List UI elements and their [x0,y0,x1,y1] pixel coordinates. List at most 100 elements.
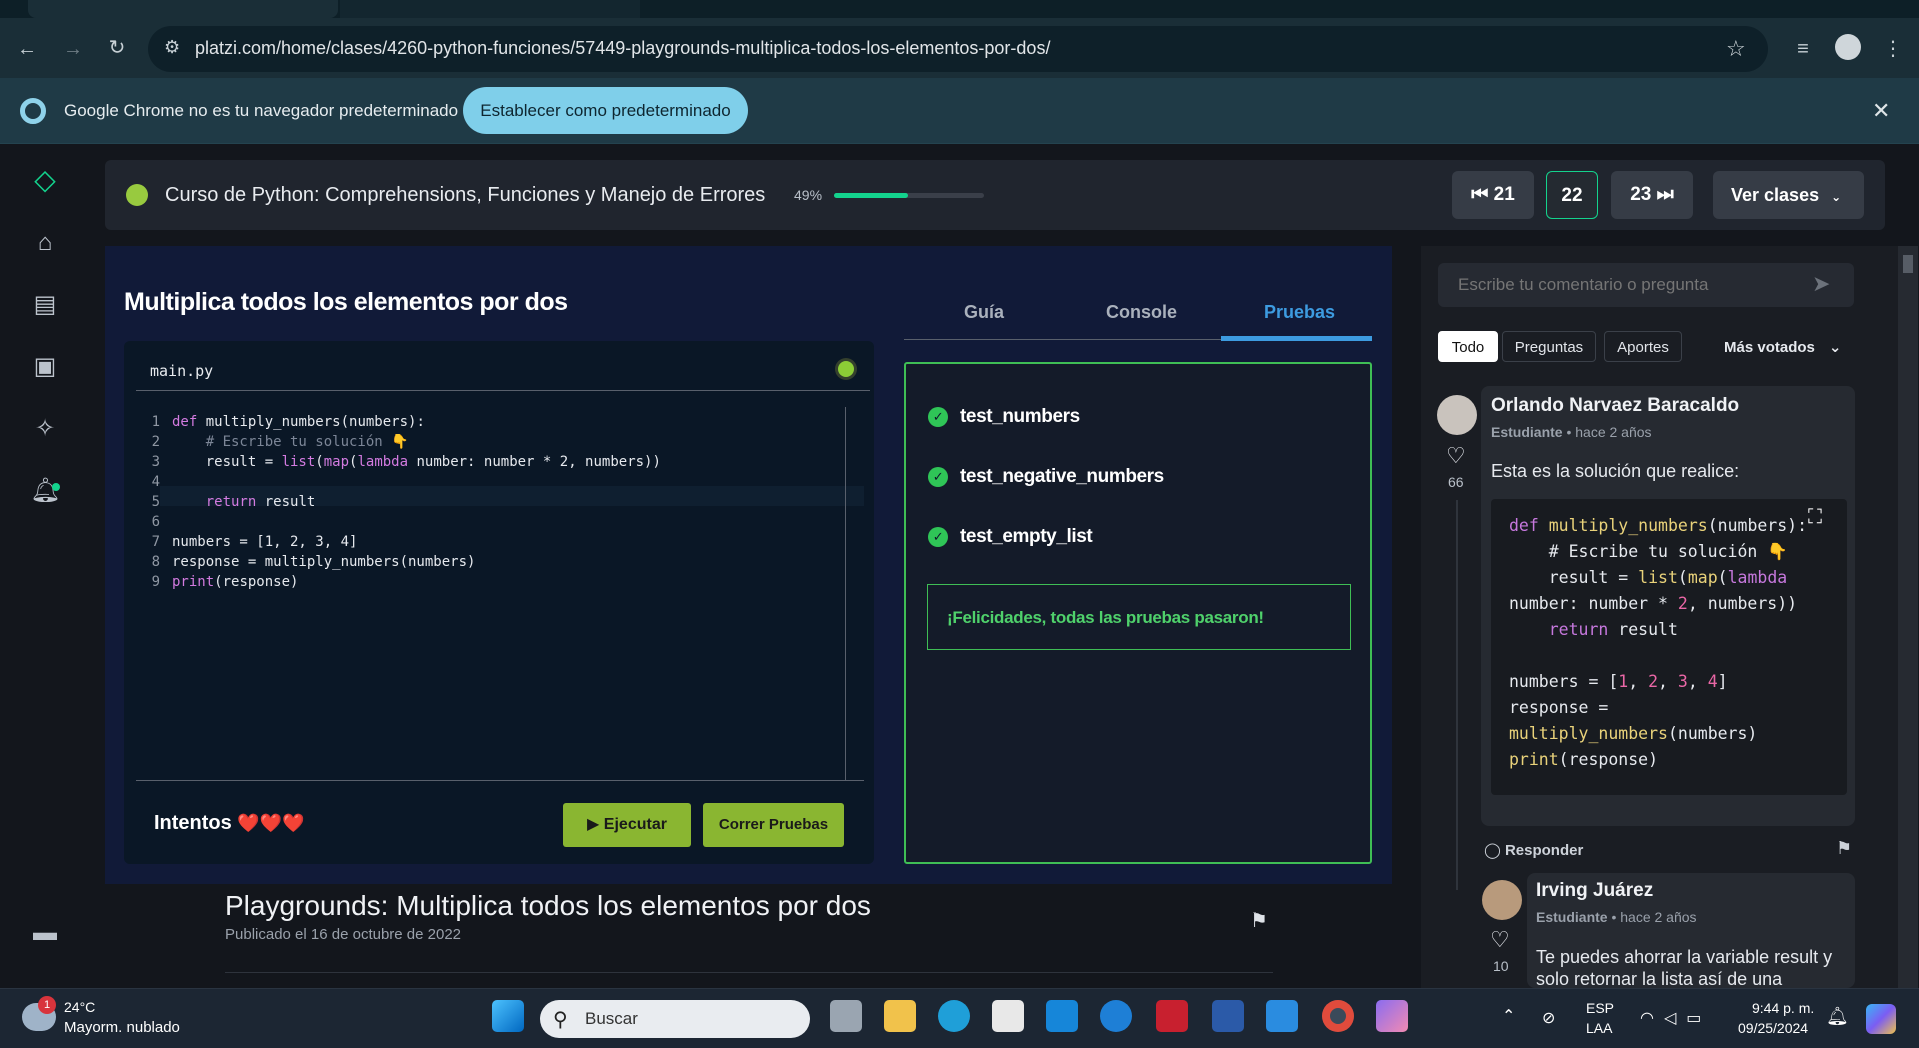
editor-file-tab[interactable]: main.py [150,362,213,380]
network-off-icon[interactable]: ⊘ [1542,1008,1555,1028]
code-line[interactable]: def multiply_numbers(numbers): [172,412,425,432]
search-icon: ⚲ [553,1009,568,1031]
bookmark-star-icon[interactable]: ☆ [1726,36,1746,62]
progress-icon[interactable]: ▣ [30,352,60,382]
code-line: def multiply_numbers(numbers): [1509,516,1808,535]
test-item: ✓ test_empty_list [928,526,1093,548]
editor-scrollbar[interactable] [845,407,846,780]
send-icon[interactable]: ➤ [1812,271,1830,297]
sparkle-icon[interactable]: ✧ [30,414,60,444]
copilot-icon[interactable] [1376,1000,1408,1032]
battery-icon[interactable]: ▭ [1686,1010,1711,1027]
avatar[interactable] [1482,880,1522,920]
course-title[interactable]: Curso de Python: Comprehensions, Funcion… [165,184,765,207]
reply-button[interactable]: ◯ Responder [1484,841,1583,859]
next-class-button[interactable]: 23 ⏭ [1611,171,1693,219]
tab-console[interactable]: Console [1106,302,1177,323]
report-flag-icon[interactable]: ⚑ [1836,838,1852,859]
comment-input[interactable] [1438,263,1854,307]
store-icon[interactable] [992,1000,1024,1032]
scrollbar-thumb[interactable] [1903,255,1913,273]
file-explorer-icon[interactable] [884,1000,916,1032]
home-icon[interactable]: ⌂ [30,228,60,258]
edge-icon[interactable] [938,1000,970,1032]
sort-dropdown[interactable]: Más votados ⌄ [1724,338,1841,356]
comments-scrollbar[interactable] [1898,246,1918,988]
close-icon[interactable]: ✕ [1872,98,1890,124]
back-icon[interactable]: ← [14,36,40,62]
word-icon[interactable] [1212,1000,1244,1032]
code-line: print(response) [1509,750,1659,769]
line-number: 8 [151,554,160,570]
report-flag-icon[interactable]: ⚑ [1250,908,1268,933]
code-line[interactable]: numbers = [1, 2, 3, 4] [172,532,357,552]
mcafee-icon[interactable] [1156,1000,1188,1032]
site-info-icon[interactable]: ⚙ [164,37,180,58]
input-language[interactable]: ESP [1586,1000,1614,1016]
check-icon: ✓ [928,407,948,427]
profile-avatar[interactable] [1835,34,1861,60]
code-line[interactable]: result = list(map(lambda number: number … [172,452,661,472]
set-default-button[interactable]: Establecer como predeterminado [463,87,748,134]
url-text[interactable]: platzi.com/home/clases/4260-python-funci… [195,38,1050,59]
prev-class-button[interactable]: ⏮ 21 [1452,171,1534,219]
browser-tab[interactable] [340,0,640,18]
ver-clases-button[interactable]: Ver clases ⌄ [1713,171,1864,219]
reload-icon[interactable]: ↻ [104,35,130,61]
browser-tab-active[interactable] [28,0,338,18]
wifi-icon[interactable]: ◠ [1640,1010,1664,1027]
test-name: test_negative_numbers [960,466,1164,487]
comment-author[interactable]: Orlando Narvaez Baracaldo [1491,395,1739,417]
input-layout[interactable]: LAA [1586,1020,1612,1036]
weather-badge: 1 [38,996,56,1014]
current-class-button[interactable]: 22 [1546,171,1598,219]
weather-desc[interactable]: Mayorm. nublado [64,1019,180,1036]
notification-bell-icon[interactable]: 🔔︎ [1826,1006,1849,1027]
notification-dot [52,483,60,491]
run-button[interactable]: ▶ Ejecutar [563,803,691,847]
tab-guia[interactable]: Guía [964,302,1004,323]
filter-preguntas[interactable]: Preguntas [1502,331,1596,362]
platzi-logo-icon[interactable]: ◇ [30,165,60,195]
vscode-icon[interactable] [1266,1000,1298,1032]
windows-start-icon[interactable] [492,1000,524,1032]
forward-icon[interactable]: → [60,36,86,62]
clock-date[interactable]: 09/25/2024 [1738,1020,1808,1036]
media-control-icon[interactable]: ≡ [1790,36,1816,62]
code-line[interactable]: print(response) [172,572,298,592]
volume-icon[interactable]: ◁ [1664,1010,1686,1027]
courses-icon[interactable]: ▤ [30,290,60,320]
expand-icon[interactable]: ⛶ [1808,506,1822,529]
chevron-up-icon[interactable]: ⌃ [1502,1006,1515,1026]
copilot-preview-icon[interactable] [1866,1004,1896,1034]
notifications-bell-icon[interactable]: 🔔︎ [30,476,60,506]
attempts-label: Intentos ❤️❤️❤️ [154,812,305,835]
weather-temp[interactable]: 24°C [64,999,95,1015]
heart-icon[interactable]: ♡ [1446,443,1466,469]
tab-pruebas[interactable]: Pruebas [1264,302,1335,323]
chat-icon[interactable]: ▬ [30,918,60,948]
comment-author[interactable]: Irving Juárez [1536,880,1653,902]
filter-todo[interactable]: Todo [1438,331,1498,362]
task-view-icon[interactable] [830,1000,862,1032]
test-name: test_empty_list [960,526,1093,547]
taskbar-search[interactable]: Buscar [540,1000,810,1038]
chrome-taskbar-icon[interactable] [1322,1000,1354,1032]
code-line: multiply_numbers(numbers) [1509,724,1758,743]
code-line[interactable]: response = multiply_numbers(numbers) [172,552,475,572]
myhp-icon[interactable] [1046,1000,1078,1032]
filter-aportes[interactable]: Aportes [1604,331,1682,362]
infobar-message: Google Chrome no es tu navegador predete… [64,101,459,120]
heart-icon[interactable]: ♡ [1490,927,1510,953]
run-tests-button[interactable]: Correr Pruebas [703,803,844,847]
line-number: 5 [151,494,160,510]
system-tray[interactable]: ◠◁▭ [1640,1008,1711,1028]
clock-time[interactable]: 9:44 p. m. [1752,1000,1814,1016]
help-icon[interactable] [1100,1000,1132,1032]
code-line[interactable]: # Escribe tu solución 👇 [172,432,409,452]
menu-kebab-icon[interactable]: ⋮ [1880,36,1906,62]
avatar[interactable] [1437,395,1477,435]
code-line[interactable]: return result [172,492,316,512]
playground-title: Multiplica todos los elementos por dos [124,288,568,316]
run-label: Ejecutar [603,816,667,833]
